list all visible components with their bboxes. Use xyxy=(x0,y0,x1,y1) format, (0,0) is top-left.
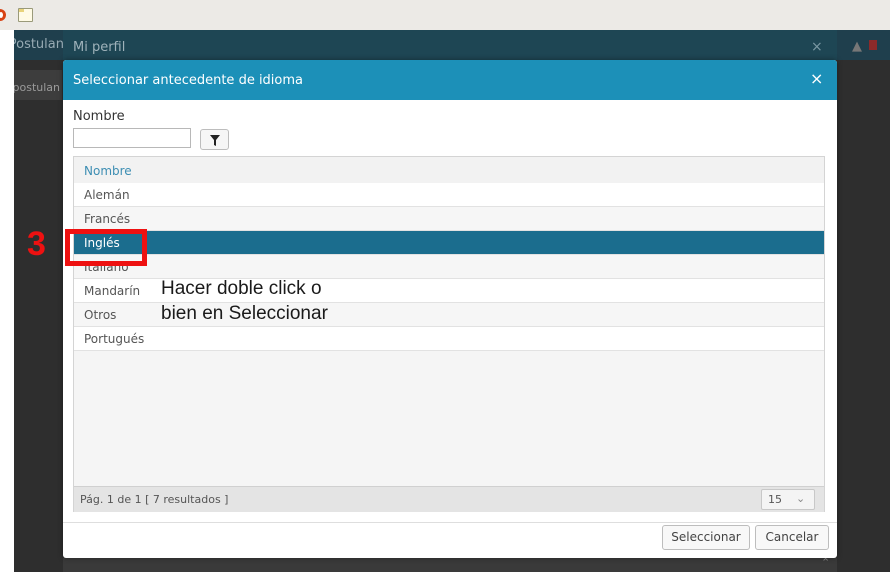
highlight-box-annotation xyxy=(65,229,147,266)
table-row[interactable]: Portugués xyxy=(74,327,824,351)
folder-icon[interactable] xyxy=(18,8,33,22)
outer-dialog-title: Mi perfil xyxy=(73,40,126,55)
table-row-selected[interactable]: Inglés xyxy=(74,231,824,255)
instruction-annotation: Hacer doble click o bien en Seleccionar xyxy=(161,276,328,326)
close-icon[interactable]: × xyxy=(810,70,823,88)
row-label: Otros xyxy=(84,308,117,322)
chevron-down-icon: ⌄ xyxy=(796,492,806,505)
pagination-info: Pág. 1 de 1 [ 7 resultados ] xyxy=(80,493,229,506)
dialog-header: Seleccionar antecedente de idioma × xyxy=(63,60,837,100)
funnel-icon xyxy=(210,135,220,146)
column-header-label: Nombre xyxy=(84,164,132,178)
sidebar-item-fragment: postulan xyxy=(14,81,60,94)
row-label: Mandarín xyxy=(84,284,141,298)
page-size-value: 15 xyxy=(768,493,782,506)
browser-toolbar xyxy=(0,0,890,30)
footer-divider xyxy=(63,522,837,523)
outer-dialog-header xyxy=(63,30,837,60)
page-size-select[interactable]: 15 ⌄ xyxy=(761,489,815,510)
app-logo-icon[interactable] xyxy=(0,9,6,21)
bell-icon[interactable]: ▲ xyxy=(852,39,862,54)
instruction-line-2: bien en Seleccionar xyxy=(161,303,328,324)
instruction-line-1: Hacer doble click o xyxy=(161,278,322,299)
dialog-title: Seleccionar antecedente de idioma xyxy=(73,73,304,88)
outer-close-icon[interactable]: × xyxy=(811,39,823,55)
step-number-annotation: 3 xyxy=(27,225,46,263)
notification-badge xyxy=(869,40,877,50)
table-row[interactable]: Alemán xyxy=(74,183,824,207)
column-header-nombre[interactable]: Nombre xyxy=(74,157,824,184)
filter-label: Nombre xyxy=(73,109,125,124)
row-label: Francés xyxy=(84,212,131,226)
languages-grid: Nombre Alemán Francés Inglés Italiano Ma… xyxy=(73,156,825,512)
row-label: Alemán xyxy=(84,188,130,202)
select-button[interactable]: Seleccionar xyxy=(662,525,750,550)
filter-button[interactable] xyxy=(200,129,229,150)
pagination-bar: Pág. 1 de 1 [ 7 resultados ] 15 ⌄ xyxy=(74,486,824,512)
table-row[interactable]: Francés xyxy=(74,207,824,231)
cancel-button[interactable]: Cancelar xyxy=(755,525,829,550)
app-title-fragment: Postulan xyxy=(14,37,64,52)
name-filter-input[interactable] xyxy=(73,128,191,148)
row-label: Portugués xyxy=(84,332,145,346)
outer-dialog-bottom xyxy=(63,558,837,572)
header-icons: ▲ xyxy=(842,36,890,56)
